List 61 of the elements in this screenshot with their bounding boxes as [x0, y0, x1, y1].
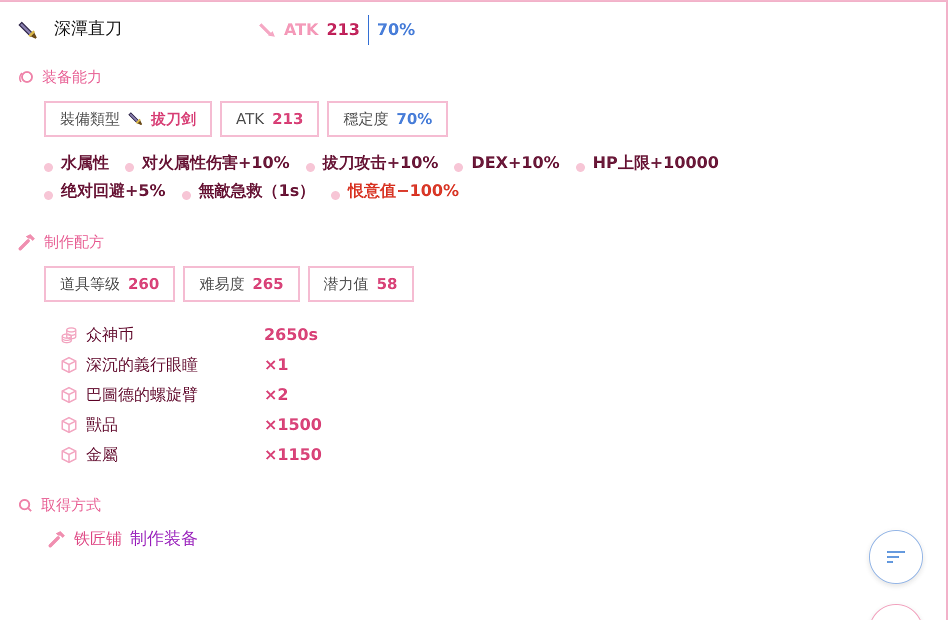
bullet-dot [44, 190, 53, 200]
material-name: 巴圖德的螺旋臂 [86, 384, 199, 406]
effect-text: 恨意值−100% [348, 180, 460, 202]
sword-icon [128, 111, 143, 126]
bullet-dot [306, 162, 315, 172]
stat-label: ATK [284, 19, 318, 41]
filter-icon [886, 550, 906, 564]
effect-text: 水属性 [61, 152, 109, 174]
effect-text: 拔刀攻击+10% [322, 152, 438, 174]
cube-icon [60, 446, 78, 464]
chip-value: 260 [128, 274, 160, 294]
material-name: 众神币 [86, 324, 135, 346]
material-amount: ×1500 [264, 414, 322, 436]
effect-text: 绝对回避+5% [61, 180, 166, 202]
sword-icon [258, 21, 276, 39]
bullet-dot [125, 162, 134, 172]
craft-link[interactable]: 制作装备 [130, 526, 198, 552]
filter-button[interactable] [869, 530, 923, 584]
material-name: 深沉的義行眼瞳 [86, 354, 199, 376]
stability-value: 70% [376, 19, 416, 41]
item-name: 深潭直刀 [54, 18, 122, 42]
source-label: 铁匠铺 [74, 528, 122, 550]
sword-icon [18, 20, 38, 40]
cube-icon [60, 356, 78, 374]
material-amount: ×1 [264, 354, 289, 376]
chip-label: 道具等级 [60, 274, 120, 294]
cube-icon [60, 416, 78, 434]
bullet-dot [182, 190, 191, 200]
section-title: 取得方式 [41, 495, 101, 516]
chip-value: 70% [396, 108, 432, 130]
bullet-dot [331, 190, 340, 200]
material-name: 金屬 [86, 444, 119, 466]
chip-value: 265 [252, 274, 284, 294]
coins-icon [60, 326, 78, 344]
material-name: 獸品 [86, 414, 119, 436]
chip-value: 拔刀剑 [151, 108, 196, 130]
material-amount: ×2 [264, 384, 289, 406]
hammer-icon [18, 233, 36, 252]
chip-value: 213 [272, 108, 304, 130]
cube-icon [60, 386, 78, 404]
section-title: 制作配方 [44, 232, 104, 253]
hammer-icon [48, 530, 66, 548]
bullet-dot [454, 162, 464, 172]
chip-label: 难易度 [199, 274, 244, 294]
material-amount: ×1150 [264, 444, 322, 466]
stat-value: 213 [326, 19, 360, 41]
bullet-dot [576, 162, 585, 172]
material-amount: 2650s [264, 324, 318, 346]
effect-text: HP上限+10000 [592, 152, 719, 174]
search-icon [18, 498, 33, 513]
section-title: 装备能力 [42, 67, 102, 88]
chip-value: 58 [376, 274, 398, 294]
chip-label: 潜力值 [324, 274, 369, 294]
swirl-icon [18, 69, 34, 86]
effect-text: DEX+10% [471, 152, 560, 174]
chip-label: ATK [236, 108, 264, 130]
chip-label: 裝備類型 [60, 108, 120, 130]
chip-label: 穩定度 [343, 108, 388, 130]
bullet-dot [44, 162, 53, 172]
effect-text: 無敵急救（1s） [198, 180, 316, 202]
effect-text: 对火属性伤害+10% [142, 152, 290, 174]
